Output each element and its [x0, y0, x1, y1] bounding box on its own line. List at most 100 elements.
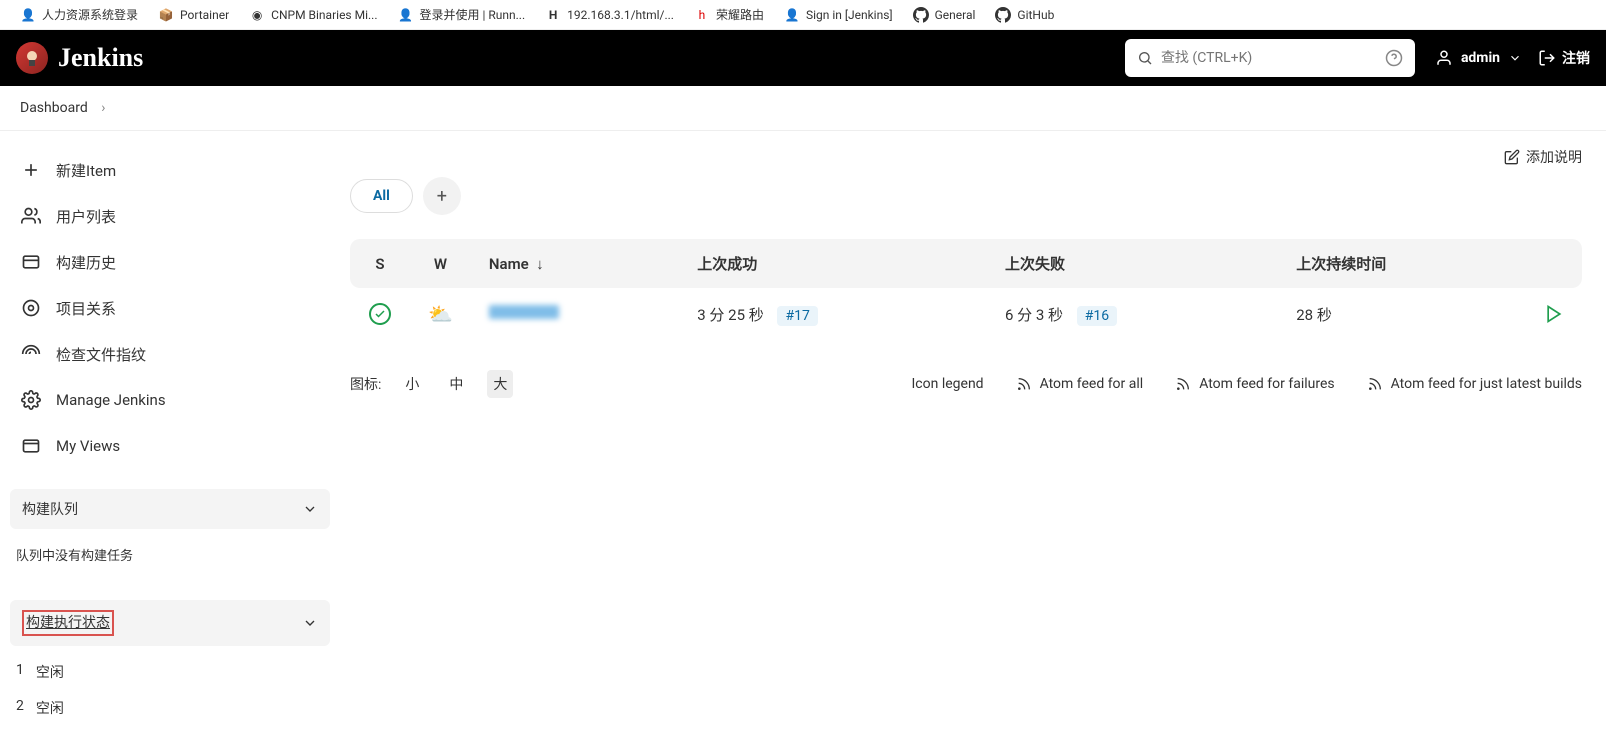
bookmark-label: 荣耀路由: [716, 6, 764, 23]
status-success-icon: [369, 303, 391, 325]
help-icon[interactable]: [1385, 49, 1403, 67]
executor-number: 1: [16, 662, 24, 682]
bookmark-label: GitHub: [1017, 8, 1054, 22]
bookmark-item[interactable]: GitHub: [995, 7, 1054, 23]
bookmark-item[interactable]: 👤Sign in [Jenkins]: [784, 7, 893, 23]
breadcrumb-dashboard[interactable]: Dashboard: [20, 100, 88, 116]
gear-icon: [20, 389, 42, 411]
rss-icon: [1175, 376, 1191, 392]
github-icon: [995, 7, 1011, 23]
weather-partly-cloudy-icon: ⛅: [428, 302, 453, 326]
build-now-cell: [1526, 288, 1582, 340]
table-footer: 图标: 小 中 大 Icon legend Atom feed for all …: [350, 370, 1582, 398]
target-icon: [20, 297, 42, 319]
build-executor-body: 1 空闲 2 空闲: [10, 646, 330, 734]
bookmark-item[interactable]: 📦Portainer: [158, 7, 229, 23]
col-header-status[interactable]: S: [350, 239, 410, 288]
col-header-last-success[interactable]: 上次成功: [679, 239, 987, 288]
build-queue-header[interactable]: 构建队列: [10, 489, 330, 529]
tab-all[interactable]: All: [350, 179, 413, 213]
user-menu[interactable]: admin: [1435, 49, 1522, 67]
bookmark-label: 人力资源系统登录: [42, 6, 138, 23]
rss-icon: [1367, 376, 1383, 392]
search-icon: [1137, 50, 1153, 66]
icon-size-label: 图标:: [350, 374, 381, 394]
chevron-right-icon: ›: [101, 100, 105, 116]
chevron-down-icon: [302, 501, 318, 517]
sidebar-item-manage[interactable]: Manage Jenkins: [10, 377, 330, 423]
people-icon: [20, 205, 42, 227]
build-queue-body: 队列中没有构建任务: [10, 529, 330, 580]
bookmark-item[interactable]: ◉CNPM Binaries Mi...: [249, 7, 377, 23]
logout-button[interactable]: 注销: [1538, 48, 1590, 68]
jenkins-logo-text: Jenkins: [58, 43, 143, 73]
sidebar-item-myviews[interactable]: My Views: [10, 423, 330, 469]
tab-add-button[interactable]: +: [423, 177, 461, 215]
job-name-redacted: [489, 305, 559, 319]
bookmark-label: Sign in [Jenkins]: [806, 8, 893, 22]
history-icon: [20, 251, 42, 273]
honor-icon: h: [694, 7, 710, 23]
bookmark-item[interactable]: 👤登录并使用 | Runn...: [398, 6, 526, 23]
last-failure-text: 6 分 3 秒: [1005, 306, 1063, 324]
chevron-down-icon: [302, 615, 318, 631]
user-icon: [1435, 49, 1453, 67]
feed-failures-link[interactable]: Atom feed for failures: [1175, 376, 1334, 392]
last-success-text: 3 分 25 秒: [697, 306, 763, 324]
search-box[interactable]: [1125, 39, 1415, 77]
feed-label: Atom feed for all: [1040, 376, 1144, 392]
edit-icon: [1504, 149, 1520, 165]
build-now-button[interactable]: [1544, 304, 1564, 322]
icon-size-small[interactable]: 小: [399, 370, 425, 398]
bookmark-label: 192.168.3.1/html/...: [567, 8, 674, 22]
build-executor-title: 构建执行状态: [26, 615, 110, 631]
build-link[interactable]: #17: [777, 306, 817, 326]
user-name: admin: [1461, 50, 1500, 66]
weather-cell: ⛅: [410, 288, 471, 340]
feed-links: Icon legend Atom feed for all Atom feed …: [912, 376, 1583, 392]
jenkins-logo-icon: [16, 42, 48, 74]
feed-latest-link[interactable]: Atom feed for just latest builds: [1367, 376, 1582, 392]
bookmark-label: Portainer: [180, 8, 229, 22]
h-icon: H: [545, 7, 561, 23]
search-input[interactable]: [1161, 50, 1385, 66]
table-row[interactable]: ⛅ 3 分 25 秒 #17 6 分 3 秒 #16 28 秒: [350, 288, 1582, 340]
feed-all-link[interactable]: Atom feed for all: [1016, 376, 1144, 392]
build-queue-title: 构建队列: [22, 499, 78, 519]
sidebar: 新建Item 用户列表 构建历史 项目关系 检查文件指纹 Manage Jenk…: [0, 131, 340, 750]
jenkins-icon: 👤: [398, 7, 414, 23]
icon-size-group: 图标: 小 中 大: [350, 370, 513, 398]
col-header-weather[interactable]: W: [410, 239, 471, 288]
sidebar-item-people[interactable]: 用户列表: [10, 193, 330, 239]
queue-empty-text: 队列中没有构建任务: [14, 537, 326, 572]
breadcrumb: Dashboard ›: [0, 86, 1606, 131]
job-name-cell[interactable]: [471, 288, 679, 340]
bookmark-item[interactable]: h 荣耀路由: [694, 6, 764, 23]
col-header-last-duration[interactable]: 上次持续时间: [1278, 239, 1526, 288]
sidebar-item-history[interactable]: 构建历史: [10, 239, 330, 285]
add-description-button[interactable]: 添加说明: [1504, 147, 1582, 167]
logout-icon: [1538, 49, 1556, 67]
github-icon: [913, 7, 929, 23]
bookmark-item[interactable]: 👤人力资源系统登录: [20, 6, 138, 23]
build-link[interactable]: #16: [1077, 306, 1117, 326]
bookmark-label: CNPM Binaries Mi...: [271, 8, 377, 22]
col-header-last-failure[interactable]: 上次失败: [987, 239, 1278, 288]
icon-legend-link[interactable]: Icon legend: [912, 376, 984, 392]
bookmark-item[interactable]: H 192.168.3.1/html/...: [545, 7, 674, 23]
executor-number: 2: [16, 698, 24, 718]
col-header-name[interactable]: Name ↓: [471, 239, 679, 288]
icon-size-medium[interactable]: 中: [443, 370, 469, 398]
sidebar-item-new[interactable]: 新建Item: [10, 147, 330, 193]
jenkins-logo[interactable]: Jenkins: [16, 42, 143, 74]
sidebar-item-label: 检查文件指纹: [56, 344, 146, 365]
sidebar-item-relationship[interactable]: 项目关系: [10, 285, 330, 331]
window-icon: [20, 435, 42, 457]
icon-size-large[interactable]: 大: [487, 370, 513, 398]
build-executor-header[interactable]: 构建执行状态: [10, 600, 330, 646]
sidebar-item-label: 用户列表: [56, 206, 116, 227]
sidebar-item-fingerprint[interactable]: 检查文件指纹: [10, 331, 330, 377]
bookmark-item[interactable]: General: [913, 7, 976, 23]
feed-label: Atom feed for just latest builds: [1391, 376, 1582, 392]
rss-icon: [1016, 376, 1032, 392]
